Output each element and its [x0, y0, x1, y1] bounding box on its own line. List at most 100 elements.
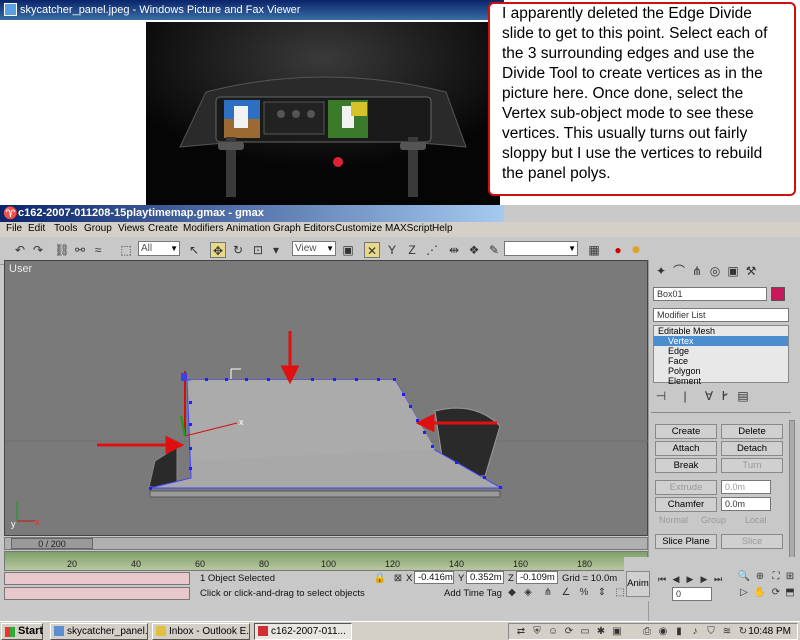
stack-element[interactable]: Element [654, 376, 788, 386]
select-move-icon[interactable]: ✥ [210, 242, 226, 258]
menu-create[interactable]: Create [148, 223, 178, 234]
network-icon[interactable]: ⇄ [513, 624, 529, 640]
material-editor-icon[interactable]: ✎ [486, 242, 502, 258]
security-shield-icon[interactable]: ⛉ [703, 624, 719, 640]
z-coord-field[interactable]: -0.109m [516, 571, 558, 584]
restrict-y-icon[interactable]: Y [384, 242, 400, 258]
track-bar[interactable]: 20 40 60 80 100 120 140 160 180 20 [4, 551, 648, 571]
menu-group[interactable]: Group [84, 223, 112, 234]
menu-tools[interactable]: Tools [54, 223, 77, 234]
spinner-snap-icon[interactable]: ⇕ [594, 585, 610, 601]
render-scene-icon[interactable]: ● [610, 242, 626, 258]
restrict-plane-icon[interactable]: ⋰ [424, 242, 440, 258]
messenger-icon[interactable]: ☺ [545, 624, 561, 640]
menu-animation[interactable]: Animation [226, 223, 270, 234]
menu-customize[interactable]: Customize [335, 223, 382, 234]
select-link-icon[interactable]: ⛓ [54, 242, 70, 258]
snap-toggle-icon[interactable]: ⋔ [540, 585, 556, 601]
selection-filter-dropdown[interactable]: All [138, 241, 180, 256]
stack-face[interactable]: Face [654, 356, 788, 366]
zoom-icon[interactable]: 🔍 [736, 569, 752, 585]
stack-vertex[interactable]: Vertex [654, 336, 788, 346]
extrude-button[interactable]: Extrude [655, 480, 717, 495]
undo-icon[interactable]: ↶ [12, 242, 28, 258]
chamfer-amount-field[interactable]: 0.0m [721, 497, 771, 511]
time-slider[interactable]: 0 / 200 [4, 537, 648, 550]
maxscript-listener-mini[interactable] [4, 572, 190, 585]
add-time-tag-button[interactable]: Add Time Tag [444, 588, 502, 599]
printer-icon[interactable]: ⎙ [639, 624, 655, 640]
key-mode-icon[interactable]: ◆ [504, 585, 520, 601]
break-button[interactable]: Break [655, 458, 717, 473]
unlink-icon[interactable]: ⚯ [72, 242, 88, 258]
x-coord-field[interactable]: -0.416m [414, 571, 454, 584]
group-radio-label[interactable]: Group [701, 515, 726, 525]
battery-icon[interactable]: ▮ [671, 624, 687, 640]
volume-icon[interactable]: ♪ [687, 624, 703, 640]
menu-maxscript[interactable]: MAXScript [385, 223, 432, 234]
select-region-icon[interactable]: ⬚ [118, 242, 134, 258]
menu-edit[interactable]: Edit [28, 223, 45, 234]
named-selection-dropdown[interactable] [504, 241, 578, 256]
zoom-all-icon[interactable]: ⊕ [752, 569, 768, 585]
modify-tab-icon[interactable]: ⌒ [671, 263, 687, 279]
angle-snap-icon[interactable]: ∠ [558, 585, 574, 601]
display-tab-icon[interactable]: ▣ [725, 263, 741, 279]
redo-icon[interactable]: ↷ [30, 242, 46, 258]
bluetooth-icon[interactable]: ✱ [593, 624, 609, 640]
maximize-viewport-icon[interactable]: ⬒ [782, 585, 798, 601]
motion-tab-icon[interactable]: ◎ [707, 263, 723, 279]
select-rotate-icon[interactable]: ↻ [230, 242, 246, 258]
pivot-point-icon[interactable]: ▣ [340, 242, 356, 258]
y-coord-field[interactable]: 0.352m [466, 571, 504, 584]
go-to-end-icon[interactable]: ⏭ [710, 571, 726, 587]
scale-options-icon[interactable]: ▾ [268, 242, 284, 258]
antivirus-icon[interactable]: ⛨ [529, 624, 545, 640]
configure-sets-icon[interactable]: ▤ [735, 388, 751, 404]
percent-snap-icon[interactable]: % [576, 585, 592, 601]
field-of-view-icon[interactable]: ▷ [736, 585, 752, 601]
hierarchy-tab-icon[interactable]: ⋔ [689, 263, 705, 279]
extrude-amount-field[interactable]: 0.0m [721, 480, 771, 494]
menu-file[interactable]: File [6, 223, 22, 234]
reference-coordinate-dropdown[interactable]: View [292, 241, 336, 256]
select-scale-icon[interactable]: ⊡ [250, 242, 266, 258]
current-frame-field[interactable]: 0 [672, 587, 712, 601]
modifier-list-dropdown[interactable]: Modifier List [653, 308, 789, 322]
zoom-extents-all-icon[interactable]: ⊞ [782, 569, 798, 585]
pin-stack-icon[interactable]: ⊣ [653, 388, 669, 404]
stack-edge[interactable]: Edge [654, 346, 788, 356]
object-name-field[interactable]: Box01 [653, 287, 767, 301]
pan-icon[interactable]: ✋ [752, 585, 768, 601]
make-unique-icon[interactable]: ∀ [701, 388, 717, 404]
slice-plane-button[interactable]: Slice Plane [655, 534, 717, 549]
display-icon[interactable]: ▣ [609, 624, 625, 640]
restrict-xy-icon[interactable]: ✕ [364, 242, 380, 258]
create-tab-icon[interactable]: ✦ [653, 263, 669, 279]
remove-modifier-icon[interactable]: Ꭸ [717, 388, 733, 404]
gmax-title-bar[interactable]: ♈ c162-2007-011208-15playtimemap.gmax - … [0, 205, 504, 222]
show-end-result-icon[interactable]: | [677, 388, 693, 404]
stack-editable-mesh[interactable]: Editable Mesh [654, 326, 788, 336]
system-clock[interactable]: 10:48 PM [748, 626, 791, 637]
chamfer-button[interactable]: Chamfer [655, 497, 717, 512]
turn-button[interactable]: Turn [721, 458, 783, 473]
update-icon[interactable]: ⟳ [561, 624, 577, 640]
stack-polygon[interactable]: Polygon [654, 366, 788, 376]
select-object-icon[interactable]: ↖ [186, 242, 202, 258]
mirror-icon[interactable]: ⇹ [446, 242, 462, 258]
menu-views[interactable]: Views [118, 223, 145, 234]
object-color-swatch[interactable] [771, 287, 785, 301]
user-viewport[interactable]: User x y x [4, 260, 649, 536]
attach-button[interactable]: Attach [655, 441, 717, 456]
normal-radio-label[interactable]: Normal [659, 515, 688, 525]
maxscript-listener-output[interactable] [4, 587, 190, 600]
utilities-tab-icon[interactable]: ⚒ [743, 263, 759, 279]
taskbar-item-picture-viewer[interactable]: skycatcher_panel.jp... [50, 623, 148, 640]
slice-button[interactable]: Slice [721, 534, 783, 549]
taskbar-item-gmax[interactable]: c162-2007-011... [254, 623, 352, 640]
key-filter-icon[interactable]: ◈ [520, 585, 536, 601]
wireless-icon[interactable]: ≋ [719, 624, 735, 640]
quick-render-icon[interactable]: ✹ [628, 242, 644, 258]
folder-icon[interactable]: ▭ [577, 624, 593, 640]
